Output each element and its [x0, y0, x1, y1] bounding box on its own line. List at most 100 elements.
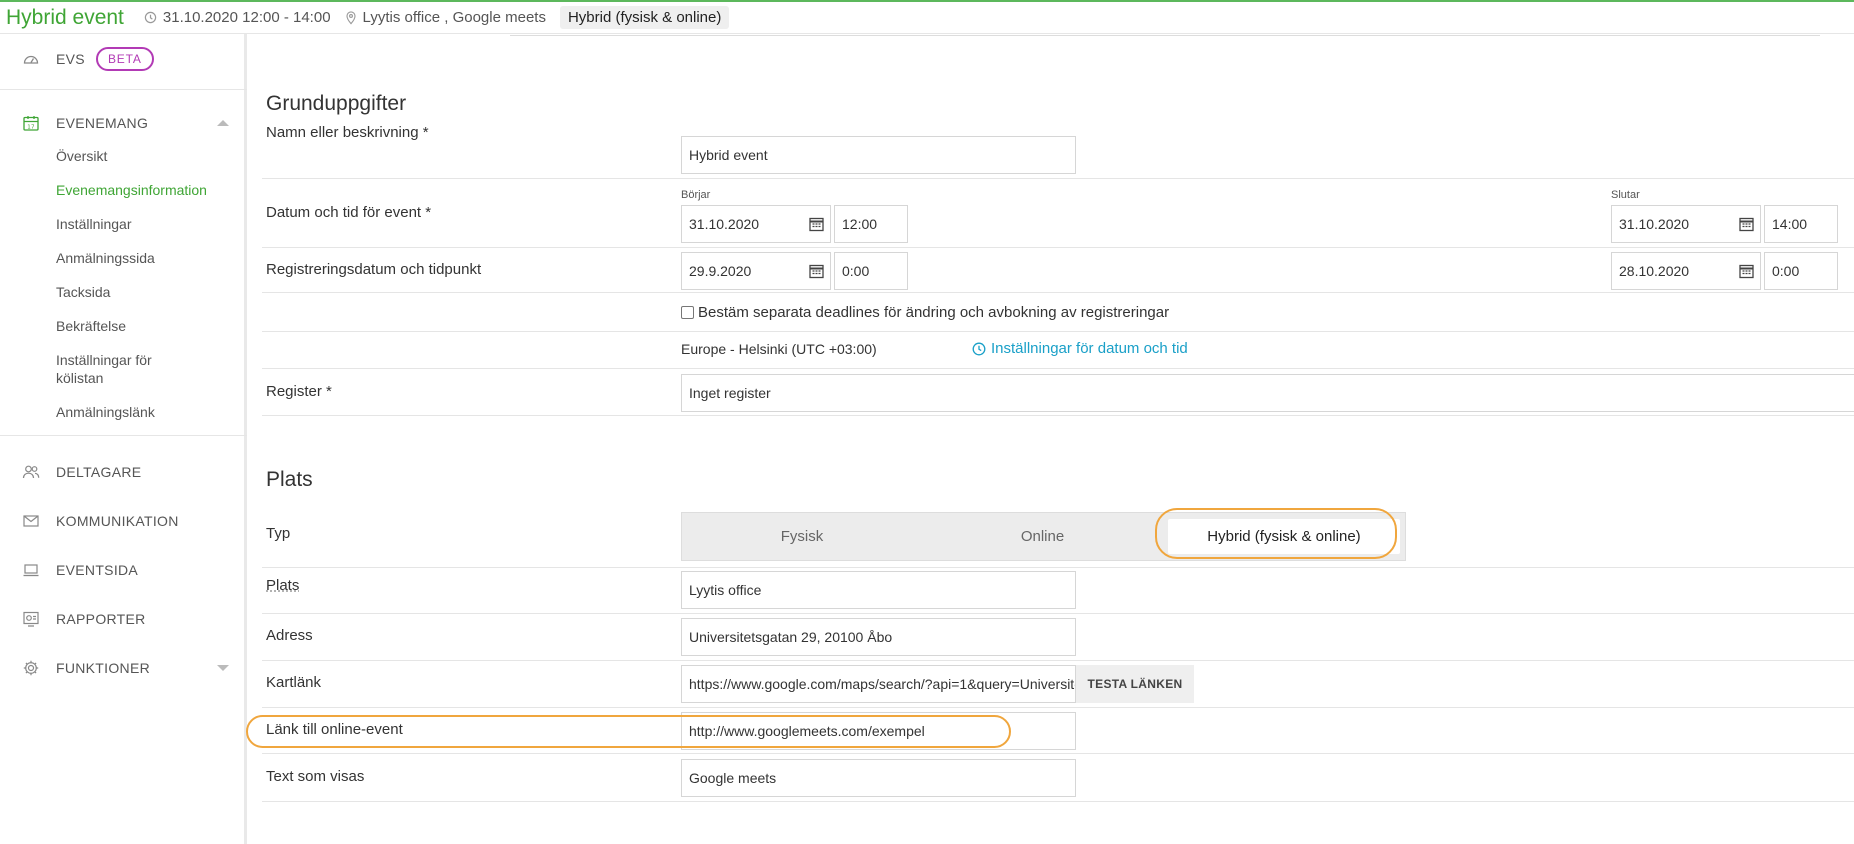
- start-date-value: 31.10.2020: [689, 216, 760, 232]
- end-date-field[interactable]: 31.10.2020: [1611, 205, 1761, 243]
- sidebar-item-funktioner[interactable]: FUNKTIONER: [0, 643, 247, 692]
- sidebar-subitem-tacksida[interactable]: Tacksida: [56, 283, 110, 301]
- sidebar-item-label: EVENTSIDA: [56, 561, 139, 578]
- map-link-field-value: https://www.google.com/maps/search/?api=…: [689, 676, 1075, 692]
- map-link-label: Kartlänk: [266, 674, 322, 691]
- address-field[interactable]: Universitetsgatan 29, 20100 Åbo: [681, 618, 1076, 656]
- gear-icon: [23, 660, 39, 675]
- sidebar-subitem-anmalningssida[interactable]: Anmälningssida: [56, 249, 155, 267]
- calendar-icon[interactable]: [809, 264, 824, 279]
- sidebar-item-label: EVENEMANG: [56, 114, 149, 131]
- row-divider: [262, 247, 1854, 248]
- sidebar-subitem-label-line1: Inställningar för: [56, 352, 152, 368]
- event-datetime-text: 31.10.2020 12:00 - 14:00: [162, 9, 331, 26]
- reg-start-time-field[interactable]: 0:00: [834, 252, 908, 290]
- start-date-field[interactable]: 31.10.2020: [681, 205, 831, 243]
- event-datetime: 31.10.2020 12:00 - 14:00: [144, 9, 331, 26]
- online-link-label: Länk till online-event: [266, 721, 403, 738]
- map-link-field[interactable]: https://www.google.com/maps/search/?api=…: [681, 665, 1076, 703]
- event-type-chip: Hybrid (fysisk & online): [559, 6, 730, 29]
- display-text-label: Text som visas: [266, 768, 365, 785]
- section-title-grunduppgifter: Grunduppgifter: [266, 92, 407, 115]
- divider: [0, 435, 247, 436]
- address-label: Adress: [266, 627, 313, 644]
- sidebar-subitem-installningar[interactable]: Inställningar: [56, 215, 132, 233]
- display-text-field-value: Google meets: [689, 770, 777, 786]
- deadlines-checkbox[interactable]: [681, 306, 694, 319]
- calendar-icon[interactable]: [1739, 264, 1754, 279]
- mail-icon: [23, 514, 39, 527]
- reg-start-date-value: 29.9.2020: [689, 263, 752, 279]
- start-time-field[interactable]: 12:00: [834, 205, 908, 243]
- deadlines-checkbox-label[interactable]: Bestäm separata deadlines för ändring oc…: [698, 304, 1169, 321]
- previous-section-edge: [510, 34, 1820, 36]
- place-field-value: Lyytis office: [689, 582, 762, 598]
- reg-start-date-field[interactable]: 29.9.2020: [681, 252, 831, 290]
- row-divider: [262, 753, 1854, 754]
- event-title: Hybrid event: [6, 5, 124, 29]
- clock-icon: [972, 342, 986, 355]
- sidebar-item-rapporter[interactable]: RAPPORTER: [0, 594, 247, 643]
- type-option-hybrid[interactable]: Hybrid (fysisk & online): [1168, 519, 1400, 554]
- display-text-field[interactable]: Google meets: [681, 759, 1076, 797]
- sidebar-item-label: KOMMUNIKATION: [56, 512, 179, 529]
- row-divider: [262, 660, 1854, 661]
- start-time-value: 12:00: [842, 216, 878, 232]
- reg-end-date-field[interactable]: 28.10.2020: [1611, 252, 1761, 290]
- reg-start-time-value: 0:00: [842, 263, 870, 279]
- event-location-text: Lyytis office , Google meets: [362, 9, 546, 26]
- type-option-fysisk[interactable]: Fysisk: [682, 513, 922, 560]
- registration-label: Registreringsdatum och tidpunkt: [266, 261, 482, 278]
- section-title-plats: Plats: [266, 468, 313, 491]
- name-field[interactable]: Hybrid event: [681, 136, 1076, 174]
- ends-label: Slutar: [1611, 189, 1640, 201]
- datetime-label: Datum och tid för event *: [266, 204, 432, 221]
- chevron-down-icon: [217, 664, 229, 671]
- reg-end-time-field[interactable]: 0:00: [1764, 252, 1838, 290]
- row-divider: [262, 707, 1854, 708]
- type-option-online[interactable]: Online: [922, 513, 1163, 560]
- divider: [0, 89, 247, 90]
- svg-text:17: 17: [27, 124, 35, 130]
- sidebar-subitem-bekraftelse[interactable]: Bekräftelse: [56, 317, 126, 335]
- place-field[interactable]: Lyytis office: [681, 571, 1076, 609]
- row-divider: [262, 415, 1854, 416]
- location-type-selector: Fysisk Online Hybrid (fysisk & online): [681, 512, 1406, 561]
- test-link-button[interactable]: TESTA LÄNKEN: [1076, 665, 1194, 703]
- calendar-icon: 17: [23, 115, 39, 131]
- datetime-settings-link-text: Inställningar för datum och tid: [991, 340, 1188, 357]
- sidebar-item-deltagare[interactable]: DELTAGARE: [0, 447, 247, 496]
- register-label: Register *: [266, 383, 332, 400]
- sidebar-item-evenemang[interactable]: 17 EVENEMANG: [0, 98, 247, 147]
- sidebar-subitem-kolistan[interactable]: Inställningar för kölistan: [56, 351, 152, 387]
- sidebar-item-label: FUNKTIONER: [56, 659, 150, 676]
- row-divider: [262, 331, 1854, 332]
- place-label: Plats: [266, 577, 300, 594]
- row-divider: [262, 613, 1854, 614]
- row-divider: [262, 368, 1854, 369]
- users-icon: [22, 465, 40, 478]
- main-content: Grunduppgifter Namn eller beskrivning * …: [246, 34, 1854, 844]
- sidebar: EVS BETA 17 EVENEMANG Översikt Evenemang…: [0, 34, 247, 844]
- sidebar-subitem-anmalningslank[interactable]: Anmälningslänk: [56, 403, 155, 421]
- register-select[interactable]: Inget register: [681, 374, 1854, 412]
- sidebar-item-label: EVS: [56, 50, 85, 67]
- sidebar-item-evs[interactable]: EVS BETA: [0, 34, 247, 83]
- timezone-text: Europe - Helsinki (UTC +03:00): [681, 341, 877, 357]
- end-time-field[interactable]: 14:00: [1764, 205, 1838, 243]
- sidebar-item-label: DELTAGARE: [56, 463, 142, 480]
- row-divider: [262, 292, 1854, 293]
- event-location: Lyytis office , Google meets: [345, 9, 546, 26]
- reg-end-time-value: 0:00: [1772, 263, 1800, 279]
- calendar-icon[interactable]: [809, 217, 824, 232]
- sidebar-subitem-oversikt[interactable]: Översikt: [56, 147, 107, 165]
- sidebar-subitem-evenemangsinformation[interactable]: Evenemangsinformation: [56, 181, 207, 199]
- row-divider: [262, 567, 1854, 568]
- sidebar-item-eventsida[interactable]: EVENTSIDA: [0, 545, 247, 594]
- calendar-icon[interactable]: [1739, 217, 1754, 232]
- datetime-settings-link[interactable]: Inställningar för datum och tid: [972, 340, 1188, 357]
- event-header: Hybrid event 31.10.2020 12:00 - 14:00 Ly…: [0, 0, 1854, 34]
- sidebar-item-kommunikation[interactable]: KOMMUNIKATION: [0, 496, 247, 545]
- online-link-field[interactable]: http://www.googlemeets.com/exempel: [681, 712, 1076, 750]
- reg-end-date-value: 28.10.2020: [1619, 263, 1690, 279]
